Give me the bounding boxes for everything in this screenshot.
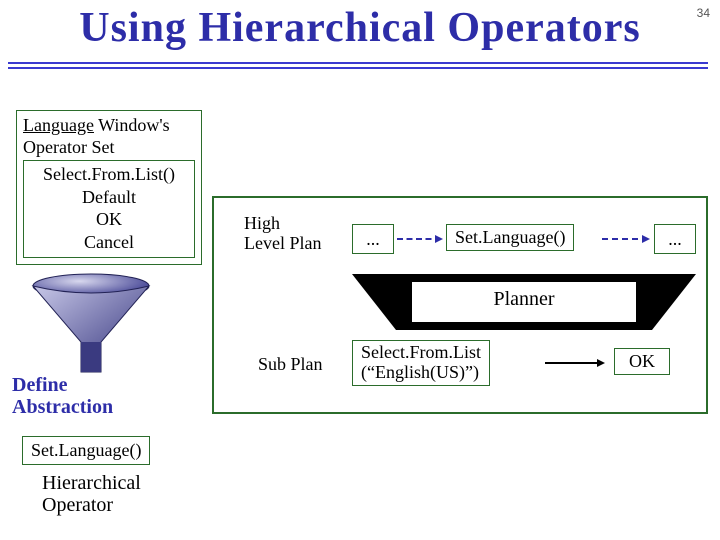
high-level-plan-line2: Level Plan <box>244 233 321 253</box>
planner-label: Planner <box>352 288 696 311</box>
operator-item: Select.From.List() <box>28 164 190 186</box>
high-level-plan-line1: High <box>244 213 280 233</box>
plan-ellipsis-right: ... <box>654 224 696 254</box>
hierarchical-operator-line2: Operator <box>42 494 113 516</box>
hierarchical-operator-line1: Hierarchical <box>42 472 141 494</box>
define-abstraction-line1: Define <box>12 374 68 396</box>
dashed-arrow-icon <box>602 238 648 240</box>
high-level-plan-label: High Level Plan <box>244 214 321 254</box>
hierarchical-operator-label: Hierarchical Operator <box>42 472 141 516</box>
language-window-header-rest: Window's <box>94 115 170 135</box>
operator-item: Cancel <box>28 232 190 254</box>
sub-plan-label: Sub Plan <box>258 354 323 375</box>
funnel-icon <box>26 272 156 382</box>
define-abstraction-line2: Abstraction <box>12 396 113 418</box>
subplan-node-line1: Select.From.List <box>361 342 481 362</box>
language-window-header: Language Window's Operator Set <box>23 115 195 158</box>
arrow-icon <box>545 362 603 364</box>
page-number: 34 <box>697 6 710 20</box>
title-underline <box>8 62 708 70</box>
define-abstraction-label: Define Abstraction <box>12 374 113 418</box>
operator-item: Default <box>28 187 190 209</box>
planner-trapezoid: Planner <box>352 274 696 330</box>
language-window-box: Language Window's Operator Set Select.Fr… <box>16 110 202 265</box>
subplan-node-line2: (“English(US)”) <box>361 362 479 382</box>
operator-item: OK <box>28 209 190 231</box>
language-window-header-underlined: Language <box>23 115 94 135</box>
set-language-node: Set.Language() <box>446 224 574 251</box>
slide-title: Using Hierarchical Operators <box>0 4 720 52</box>
plan-ellipsis-left: ... <box>352 224 394 254</box>
select-from-list-node: Select.From.List (“English(US)”) <box>352 340 490 386</box>
language-window-header-line2: Operator Set <box>23 137 114 157</box>
ok-node: OK <box>614 348 670 375</box>
dashed-arrow-icon <box>397 238 441 240</box>
set-language-pill: Set.Language() <box>22 436 150 465</box>
operator-set: Select.From.List() Default OK Cancel <box>23 160 195 257</box>
